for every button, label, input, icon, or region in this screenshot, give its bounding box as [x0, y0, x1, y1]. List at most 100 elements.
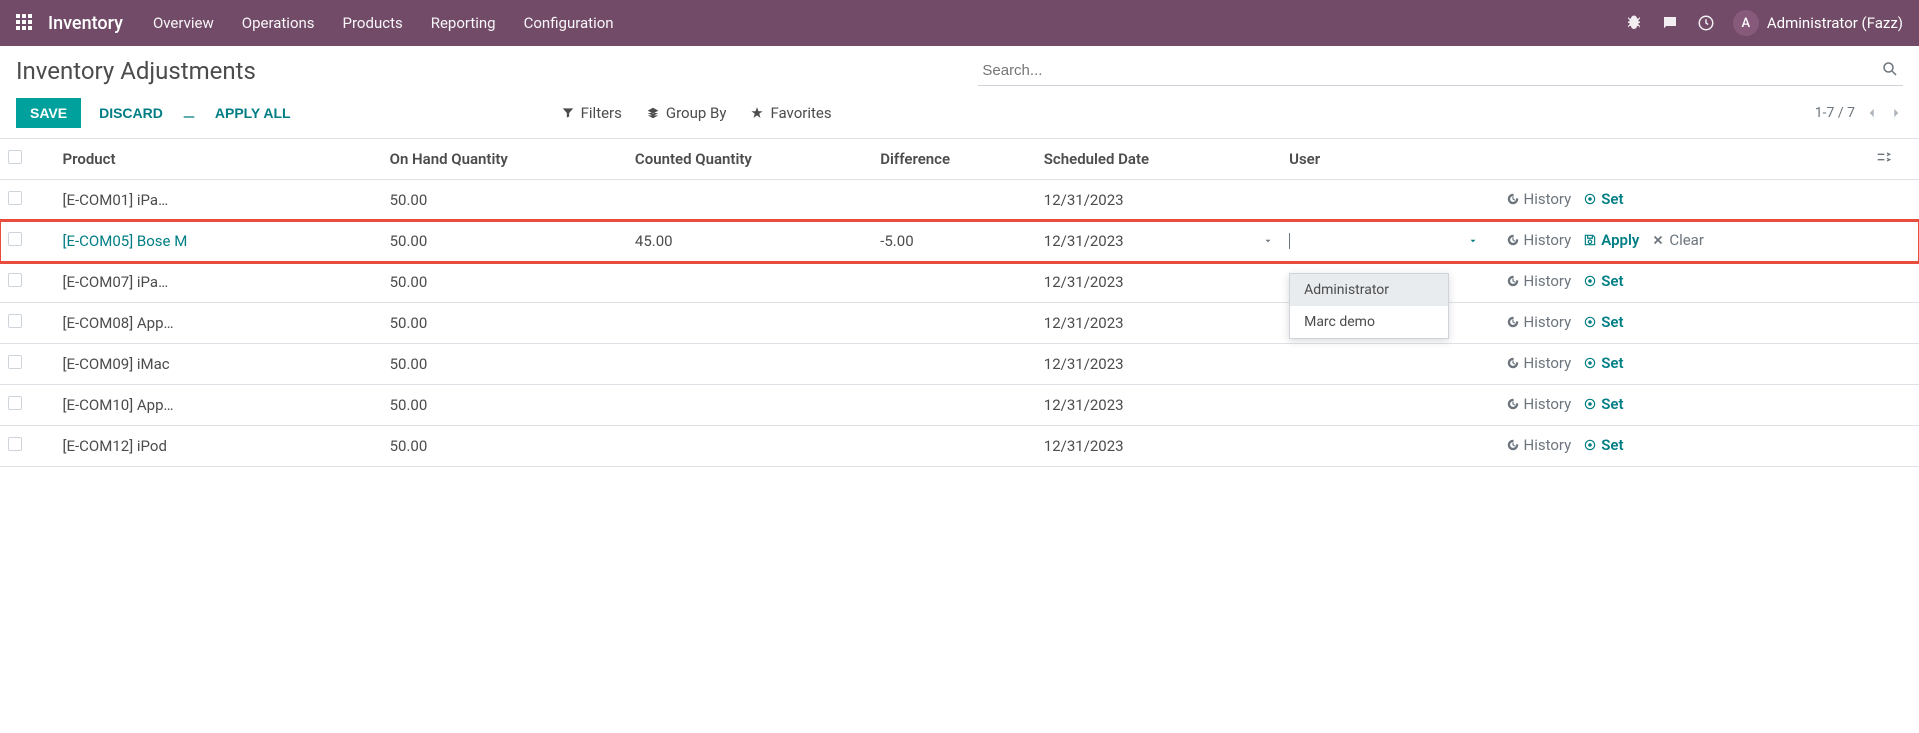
user-menu[interactable]: A Administrator (Fazz) [1733, 10, 1903, 36]
set-button[interactable]: Set [1583, 354, 1623, 372]
set-button[interactable]: Set [1583, 436, 1623, 454]
apply-button[interactable]: Apply [1583, 231, 1639, 249]
app-name[interactable]: Inventory [48, 13, 123, 34]
counted-cell[interactable] [627, 426, 872, 467]
header-date[interactable]: Scheduled Date [1036, 139, 1281, 180]
download-icon[interactable] [181, 105, 197, 121]
table-row[interactable]: [E-COM07] iPa…50.0012/31/2023HistorySet [0, 262, 1919, 303]
table-row[interactable]: [E-COM01] iPa…50.0012/31/2023HistorySet [0, 180, 1919, 221]
user-dropdown: AdministratorMarc demo [1289, 273, 1449, 339]
counted-cell[interactable] [627, 180, 872, 221]
menu-reporting[interactable]: Reporting [431, 14, 496, 32]
date-cell[interactable]: 12/31/2023 [1036, 426, 1281, 467]
product-name[interactable]: [E-COM01] iPa… [63, 191, 169, 209]
favorites-button[interactable]: Favorites [750, 104, 831, 122]
date-cell[interactable]: 12/31/2023 [1036, 303, 1281, 344]
row-checkbox[interactable] [8, 314, 22, 328]
dropdown-item[interactable]: Marc demo [1290, 306, 1448, 338]
product-name[interactable]: [E-COM05] Bose M [63, 232, 188, 250]
select-all-checkbox[interactable] [8, 150, 22, 164]
date-cell[interactable]: 12/31/2023 [1036, 180, 1281, 221]
counted-cell[interactable] [627, 303, 872, 344]
difference-cell [872, 180, 1036, 221]
actions-cell: History Apply Clear [1486, 221, 1868, 262]
menu-overview[interactable]: Overview [153, 14, 214, 32]
header-difference[interactable]: Difference [872, 139, 1036, 180]
date-cell[interactable]: 12/31/2023 [1036, 221, 1281, 262]
history-button[interactable]: History [1506, 231, 1572, 249]
user-cell[interactable] [1281, 426, 1485, 467]
history-button[interactable]: History [1506, 190, 1572, 208]
user-cell[interactable] [1281, 385, 1485, 426]
row-checkbox[interactable] [8, 191, 22, 205]
menu-operations[interactable]: Operations [242, 14, 315, 32]
table-row[interactable]: [E-COM12] iPod50.0012/31/2023HistorySet [0, 426, 1919, 467]
date-cell[interactable]: 12/31/2023 [1036, 385, 1281, 426]
counted-cell[interactable] [627, 385, 872, 426]
control-panel: Inventory Adjustments SAVE DISCARD APPLY… [0, 46, 1919, 139]
search-box [978, 56, 1903, 86]
product-name[interactable]: [E-COM10] App… [63, 396, 174, 414]
history-button[interactable]: History [1506, 436, 1572, 454]
apps-launcher-icon[interactable] [16, 14, 34, 32]
pager-prev-icon[interactable] [1865, 106, 1879, 120]
layers-icon [646, 106, 660, 120]
set-button[interactable]: Set [1583, 272, 1623, 290]
row-checkbox[interactable] [8, 437, 22, 451]
actions-cell: History Set [1486, 180, 1868, 221]
product-name[interactable]: [E-COM12] iPod [63, 437, 167, 455]
table-row[interactable]: [E-COM08] App…50.0012/31/2023HistorySet [0, 303, 1919, 344]
dropdown-item[interactable]: Administrator [1290, 274, 1448, 306]
set-button[interactable]: Set [1583, 313, 1623, 331]
product-name[interactable]: [E-COM08] App… [63, 314, 174, 332]
pager-next-icon[interactable] [1889, 106, 1903, 120]
user-cell[interactable] [1281, 180, 1485, 221]
chevron-down-icon [1468, 236, 1478, 246]
onhand-cell: 50.00 [382, 385, 627, 426]
history-button[interactable]: History [1506, 395, 1572, 413]
clear-button[interactable]: Clear [1651, 231, 1704, 249]
column-options-icon[interactable] [1875, 149, 1891, 165]
discard-button[interactable]: DISCARD [99, 105, 163, 121]
set-button[interactable]: Set [1583, 190, 1623, 208]
row-checkbox[interactable] [8, 396, 22, 410]
table-row[interactable]: [E-COM05] Bose M50.0045.00-5.0012/31/202… [0, 221, 1919, 262]
date-cell[interactable]: 12/31/2023 [1036, 262, 1281, 303]
user-cell[interactable]: AdministratorMarc demo [1281, 221, 1485, 262]
header-onhand[interactable]: On Hand Quantity [382, 139, 627, 180]
table-row[interactable]: [E-COM10] App… 50.00 12/31/2023 History Set [0, 385, 1919, 426]
history-button[interactable]: History [1506, 354, 1572, 372]
row-checkbox[interactable] [8, 232, 22, 246]
row-checkbox[interactable] [8, 355, 22, 369]
menu-products[interactable]: Products [343, 14, 403, 32]
counted-cell[interactable] [627, 344, 872, 385]
funnel-icon [561, 106, 575, 120]
counted-cell[interactable] [627, 262, 872, 303]
date-caret-icon[interactable] [1263, 236, 1273, 246]
header-user[interactable]: User [1281, 139, 1485, 180]
search-icon[interactable] [1881, 60, 1899, 78]
header-product[interactable]: Product [55, 139, 382, 180]
clock-icon[interactable] [1697, 14, 1715, 32]
row-checkbox[interactable] [8, 273, 22, 287]
filters-button[interactable]: Filters [561, 104, 622, 122]
actions-cell: History Set [1486, 385, 1868, 426]
menu-configuration[interactable]: Configuration [524, 14, 614, 32]
counted-cell[interactable]: 45.00 [627, 221, 872, 262]
history-button[interactable]: History [1506, 313, 1572, 331]
history-button[interactable]: History [1506, 272, 1572, 290]
chat-icon[interactable] [1661, 14, 1679, 32]
save-button[interactable]: SAVE [16, 98, 81, 128]
user-cell[interactable] [1281, 344, 1485, 385]
bug-icon[interactable] [1625, 14, 1643, 32]
user-select[interactable] [1289, 233, 1477, 249]
table-row[interactable]: [E-COM09] iMac50.0012/31/2023HistorySet [0, 344, 1919, 385]
product-name[interactable]: [E-COM09] iMac [63, 355, 170, 373]
product-name[interactable]: [E-COM07] iPa… [63, 273, 169, 291]
set-button[interactable]: Set [1583, 395, 1623, 413]
apply-all-button[interactable]: APPLY ALL [215, 105, 291, 121]
date-cell[interactable]: 12/31/2023 [1036, 344, 1281, 385]
search-input[interactable] [978, 56, 1903, 86]
groupby-button[interactable]: Group By [646, 104, 727, 122]
header-counted[interactable]: Counted Quantity [627, 139, 872, 180]
